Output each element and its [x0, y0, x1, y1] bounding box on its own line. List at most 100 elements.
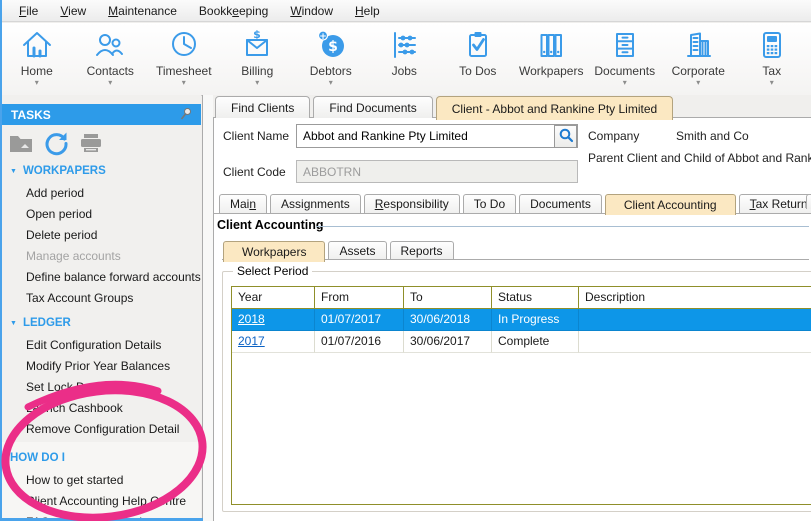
client-code-input	[296, 160, 578, 183]
chevron-down-icon: ▾	[770, 78, 774, 87]
chevron-down-icon: ▾	[108, 78, 112, 87]
tab-responsibility[interactable]: Responsibility	[364, 194, 460, 213]
task-add-period[interactable]: Add period	[2, 183, 201, 204]
chevron-down-icon: ▾	[255, 78, 259, 87]
collapse-triangle-icon: ▼	[10, 168, 17, 175]
task-set-lock-date[interactable]: Set Lock Date	[2, 377, 201, 398]
tab-client-accounting[interactable]: Client Accounting	[605, 194, 736, 215]
company-label: Company	[588, 129, 639, 143]
toolbar-workpapers[interactable]: Workpapers ▾	[515, 23, 589, 95]
search-icon	[558, 127, 574, 146]
tab-find-documents[interactable]: Find Documents	[313, 96, 432, 118]
task-define-balance-forward-accounts[interactable]: Define balance forward accounts	[2, 267, 201, 288]
jobs-icon	[386, 23, 422, 63]
col-from[interactable]: From	[315, 287, 404, 309]
print-icon[interactable]	[78, 130, 104, 156]
menu-bar: File View Maintenance Bookkeeping Window…	[0, 0, 811, 22]
tab-find-clients[interactable]: Find Clients	[215, 96, 310, 118]
menu-view[interactable]: View	[49, 1, 97, 21]
company-value: Smith and Co	[676, 129, 749, 143]
tab-tax-returns[interactable]: Tax Returns	[739, 194, 811, 213]
client-page: Client Name Client Code Company Smith an…	[213, 117, 811, 521]
section-how-do-i: HOW DO I How to get started Client Accou…	[2, 442, 201, 521]
toolbar-timesheet[interactable]: Timesheet ▾	[147, 23, 221, 95]
task-edit-configuration-details[interactable]: Edit Configuration Details	[2, 335, 201, 356]
billing-icon: $	[239, 23, 275, 63]
period-table-header: Year From To Status Description	[232, 287, 811, 309]
chevron-down-icon: ▾	[182, 78, 186, 87]
menu-maintenance[interactable]: Maintenance	[97, 1, 188, 21]
folder-icon[interactable]	[8, 130, 34, 156]
client-search-button[interactable]	[554, 125, 577, 148]
relationship-text: Parent Client and Child of Abbot and Ran…	[588, 151, 811, 165]
tab-documents[interactable]: Documents	[519, 194, 602, 213]
tab-reports[interactable]: Reports	[390, 241, 454, 259]
section-rule	[316, 226, 809, 227]
tab-to-do[interactable]: To Do	[463, 194, 516, 213]
toolbar-contacts[interactable]: Contacts ▾	[74, 23, 148, 95]
help-how-to-get-started[interactable]: How to get started	[2, 470, 201, 491]
task-remove-configuration-detail[interactable]: Remove Configuration Detail	[2, 419, 201, 440]
chevron-down-icon: ▾	[35, 78, 39, 87]
task-launch-cashbook[interactable]: Launch Cashbook	[2, 398, 201, 419]
table-row[interactable]: 2017 01/07/2016 30/06/2017 Complete	[232, 331, 811, 353]
section-ledger: ▼LEDGER Edit Configuration Details Modif…	[2, 311, 201, 440]
tab-client-abbot-and-rankine[interactable]: Client - Abbot and Rankine Pty Limited	[436, 96, 673, 120]
task-tax-account-groups[interactable]: Tax Account Groups	[2, 288, 201, 309]
collapse-triangle-icon: ▼	[10, 320, 17, 327]
home-icon	[19, 23, 55, 63]
tab-main[interactable]: Main	[219, 194, 267, 213]
toolbar-home[interactable]: Home ▾	[0, 23, 74, 95]
select-period-legend: Select Period	[233, 264, 312, 278]
status-badge: Complete	[492, 331, 579, 353]
client-name-input[interactable]	[296, 124, 578, 148]
col-description[interactable]: Description	[579, 287, 811, 309]
section-workpapers-header[interactable]: ▼WORKPAPERS	[2, 159, 201, 183]
task-modify-prior-year-balances[interactable]: Modify Prior Year Balances	[2, 356, 201, 377]
col-to[interactable]: To	[404, 287, 492, 309]
refresh-icon[interactable]	[43, 130, 69, 156]
toolbar-jobs[interactable]: Jobs ▾	[368, 23, 442, 95]
task-manage-accounts: Manage accounts	[2, 246, 201, 267]
chevron-down-icon: ▾	[329, 78, 333, 87]
toolbar-corporate[interactable]: Corporate ▾	[662, 23, 736, 95]
toolbar-documents[interactable]: Documents ▾	[588, 23, 662, 95]
year-link[interactable]: 2017	[238, 334, 265, 348]
svg-text:+: +	[319, 32, 327, 42]
col-status[interactable]: Status	[492, 287, 579, 309]
pin-icon[interactable]	[178, 107, 193, 125]
toolbar-debtors[interactable]: $+ Debtors ▾	[294, 23, 368, 95]
corporate-icon	[680, 23, 716, 63]
menu-help[interactable]: Help	[344, 1, 391, 21]
tab-assignments[interactable]: Assignments	[270, 194, 361, 213]
svg-text:$: $	[328, 39, 338, 55]
tasks-panel-title: TASKS	[11, 108, 51, 122]
toolbar-billing[interactable]: $ Billing ▾	[221, 23, 295, 95]
toolbar-tax[interactable]: Tax ▾	[735, 23, 809, 95]
application-window: File View Maintenance Bookkeeping Window…	[0, 0, 811, 521]
status-badge: In Progress	[492, 309, 579, 331]
task-delete-period[interactable]: Delete period	[2, 225, 201, 246]
tasks-list: ▼WORKPAPERS Add period Open period Delet…	[2, 157, 201, 521]
client-name-label: Client Name	[223, 129, 289, 143]
menu-file[interactable]: File	[8, 1, 49, 21]
toolbar-todos[interactable]: To Dos ▾	[441, 23, 515, 95]
menu-window[interactable]: Window	[279, 1, 344, 21]
task-open-period[interactable]: Open period	[2, 204, 201, 225]
chevron-down-icon: ▾	[696, 78, 700, 87]
panel-gap	[203, 95, 213, 521]
help-client-accounting-help-centre[interactable]: Client Accounting Help Centre	[2, 491, 201, 512]
tab-workpapers[interactable]: Workpapers	[223, 241, 325, 262]
tab-clipped[interactable]: C	[806, 194, 811, 209]
window-left-border	[0, 0, 2, 521]
debtors-icon: $+	[313, 23, 349, 63]
menu-bookkeeping[interactable]: Bookkeeping	[188, 1, 279, 21]
table-row[interactable]: 2018 01/07/2017 30/06/2018 In Progress	[232, 309, 811, 331]
tab-assets[interactable]: Assets	[328, 241, 386, 259]
period-table: Year From To Status Description 2018 01/…	[231, 286, 811, 505]
col-year[interactable]: Year	[232, 287, 315, 309]
year-link[interactable]: 2018	[238, 312, 265, 326]
client-accounting-section-title: Client Accounting	[217, 218, 323, 232]
section-ledger-header[interactable]: ▼LEDGER	[2, 311, 201, 335]
timesheet-icon	[166, 23, 202, 63]
